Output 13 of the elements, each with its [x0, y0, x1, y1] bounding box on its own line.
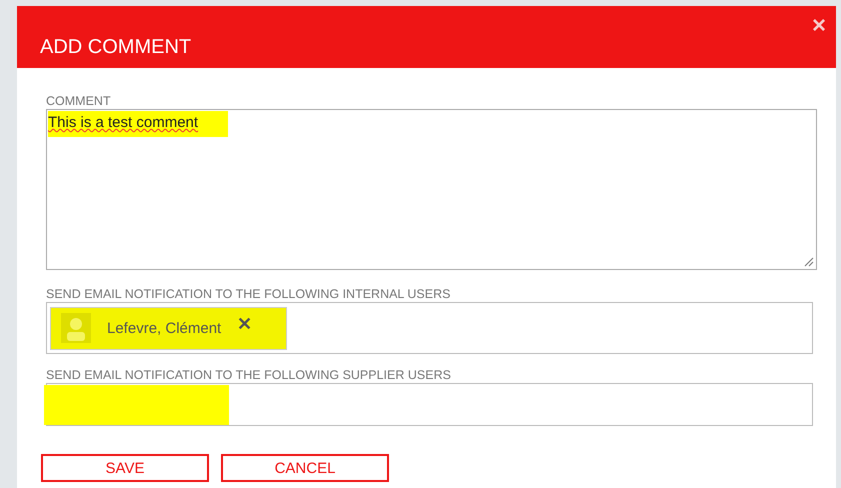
resize-grip-icon[interactable] — [804, 257, 814, 267]
remove-button[interactable]: ✕ — [237, 313, 252, 335]
supplier-users-field[interactable] — [46, 383, 813, 426]
user-avatar-icon — [61, 313, 91, 343]
field-label: SEND EMAIL NOTIFICATION TO THE FOLLOWING SUPPLIER USERS — [46, 368, 452, 382]
cancel-button[interactable]: CANCEL — [221, 454, 389, 482]
user-name: Lefevre, Clément — [107, 320, 222, 336]
comment-field[interactable]: This is a test comment — [46, 109, 817, 270]
save-button[interactable]: SAVE — [41, 454, 209, 482]
field-label: COMMENT — [46, 94, 112, 108]
dialog-title: ADD COMMENT — [40, 36, 192, 59]
field-label: SEND EMAIL NOTIFICATION TO THE FOLLOWING INTERNAL USERS — [46, 287, 452, 301]
internal-users-field[interactable]: Lefevre, Clément ✕ — [46, 302, 813, 354]
